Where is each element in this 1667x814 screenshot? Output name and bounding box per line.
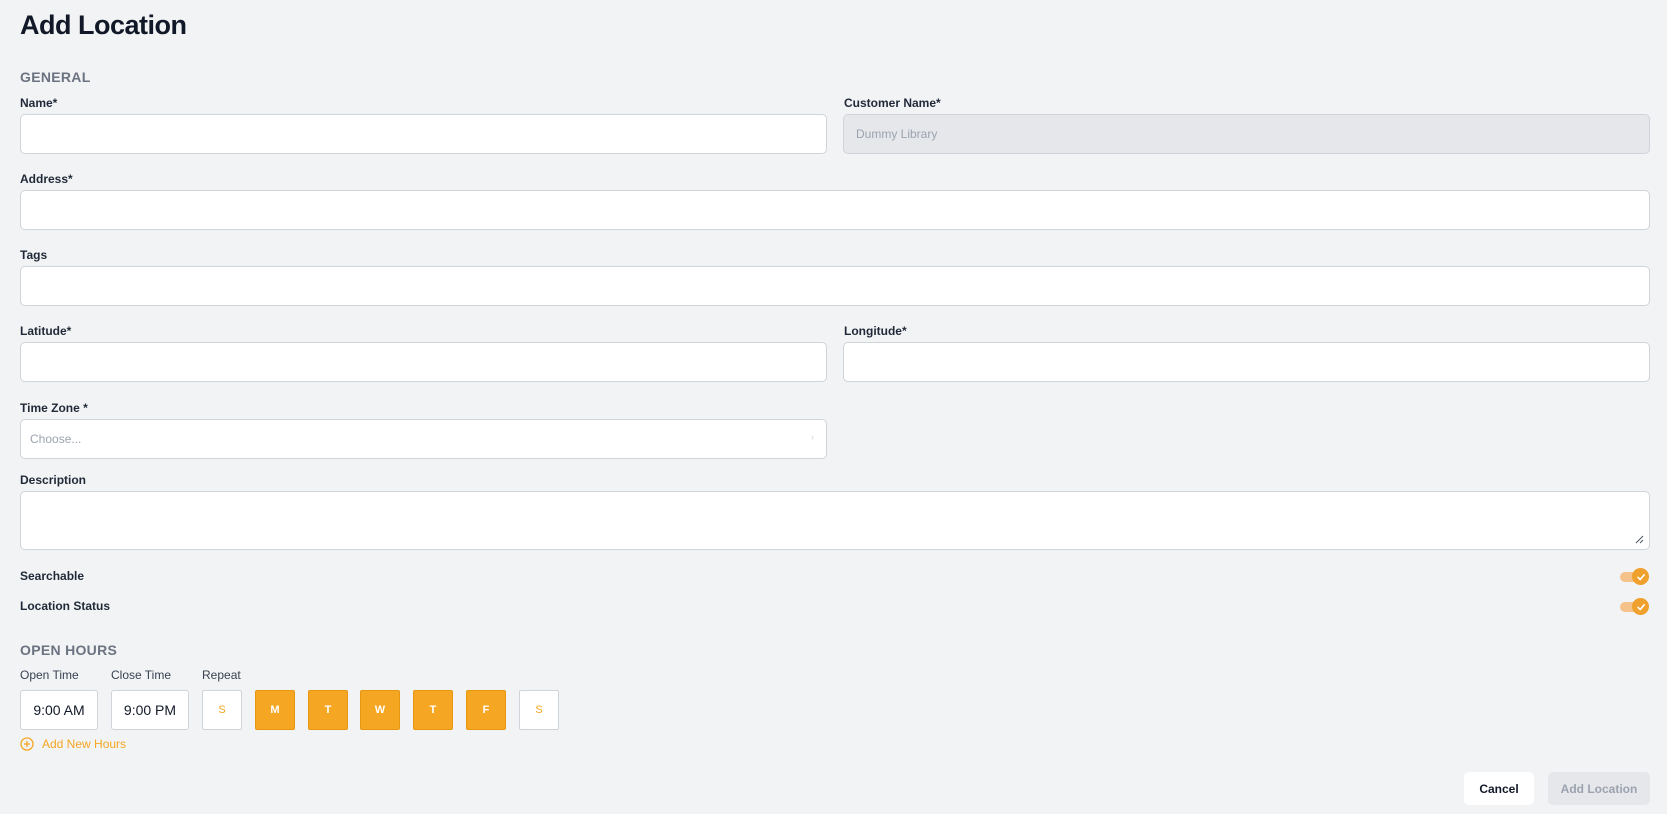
- add-circle-icon: [20, 737, 34, 751]
- name-input[interactable]: [20, 114, 827, 154]
- add-new-hours-button[interactable]: Add New Hours: [20, 737, 126, 751]
- location-status-label: Location Status: [20, 599, 111, 613]
- customer-name-label: Customer Name*: [844, 96, 941, 110]
- general-section-title: GENERAL: [20, 69, 91, 85]
- day-monday-button[interactable]: M: [255, 690, 295, 730]
- close-time-input[interactable]: 9:00 PM: [111, 690, 189, 730]
- day-friday-button[interactable]: F: [466, 690, 506, 730]
- day-thursday-button[interactable]: T: [413, 690, 453, 730]
- open-time-label: Open Time: [20, 668, 79, 682]
- open-hours-section-title: OPEN HOURS: [20, 642, 118, 658]
- day-wednesday-button[interactable]: W: [360, 690, 400, 730]
- location-status-toggle[interactable]: [1619, 597, 1649, 615]
- tags-input[interactable]: [20, 266, 1650, 306]
- toggle-knob: [1632, 598, 1649, 615]
- searchable-toggle[interactable]: [1619, 567, 1649, 585]
- day-saturday-button[interactable]: S: [519, 690, 559, 730]
- close-time-label: Close Time: [111, 668, 172, 682]
- day-tuesday-button[interactable]: T: [308, 690, 348, 730]
- check-icon: [1636, 573, 1645, 580]
- cancel-button[interactable]: Cancel: [1464, 772, 1534, 805]
- open-time-input[interactable]: 9:00 AM: [20, 690, 98, 730]
- latitude-input[interactable]: [20, 342, 827, 382]
- description-label: Description: [20, 473, 87, 487]
- repeat-label: Repeat: [202, 668, 241, 682]
- check-icon: [1636, 603, 1645, 610]
- time-zone-select[interactable]: Choose... ›: [20, 419, 827, 459]
- address-label: Address*: [20, 172, 73, 186]
- name-label: Name*: [20, 96, 58, 110]
- time-zone-placeholder: Choose...: [30, 432, 82, 446]
- resize-handle-icon[interactable]: [1635, 535, 1644, 544]
- add-new-hours-label: Add New Hours: [42, 737, 127, 751]
- day-sunday-button[interactable]: S: [202, 690, 242, 730]
- longitude-label: Longitude*: [844, 324, 907, 338]
- chevron-down-icon: ›: [811, 432, 814, 442]
- description-textarea[interactable]: [20, 491, 1650, 550]
- time-zone-label: Time Zone *: [20, 401, 88, 415]
- searchable-label: Searchable: [20, 569, 85, 583]
- address-input[interactable]: [20, 190, 1650, 230]
- toggle-knob: [1632, 568, 1649, 585]
- tags-label: Tags: [20, 248, 48, 262]
- add-location-button[interactable]: Add Location: [1548, 772, 1650, 805]
- customer-name-input: [843, 114, 1650, 154]
- longitude-input[interactable]: [843, 342, 1650, 382]
- page-title: Add Location: [20, 10, 187, 40]
- latitude-label: Latitude*: [20, 324, 72, 338]
